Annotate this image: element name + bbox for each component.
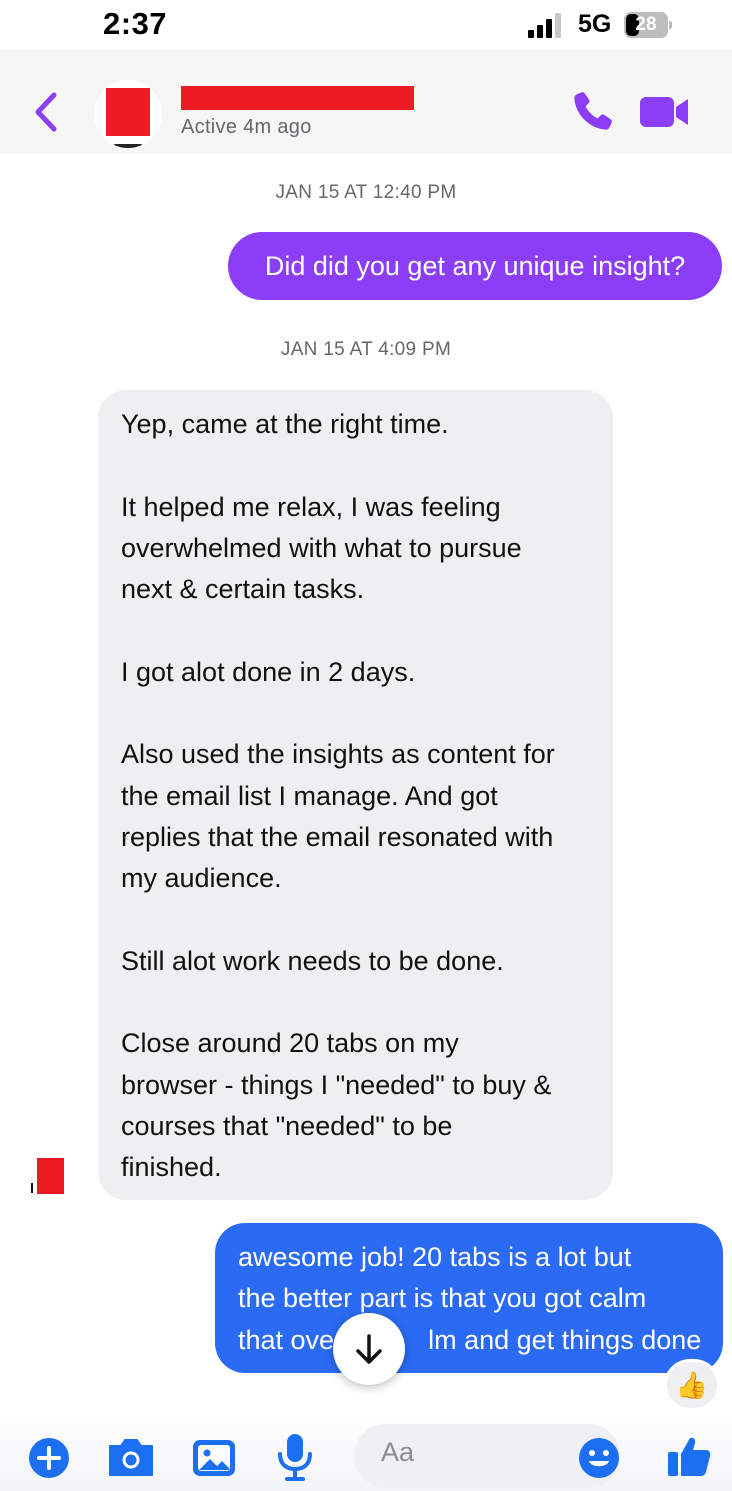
phone-icon[interactable]	[568, 88, 616, 136]
message-timestamp: JAN 15 AT 4:09 PM	[280, 339, 452, 360]
message-line: It helped me relax, I was feeling	[121, 491, 501, 522]
back-chevron-icon[interactable]	[30, 90, 64, 134]
message-line: replies that the email resonated with	[121, 821, 554, 852]
plus-icon[interactable]	[28, 1437, 70, 1479]
message-line: awesome job! 20 tabs is a lot but	[238, 1242, 632, 1272]
message-line: Yep, came at the right time.	[121, 409, 449, 439]
scroll-to-bottom-button[interactable]	[333, 1313, 405, 1385]
message-line: that ove lm and get things done	[238, 1324, 702, 1355]
network-type: 5G	[578, 10, 612, 38]
outgoing-message-bubble[interactable]: awesome job! 20 tabs is a lot but the be…	[215, 1223, 723, 1373]
avatar-redaction	[106, 88, 150, 136]
message-line: Also used the insights as content for	[121, 739, 555, 770]
outgoing-message-bubble[interactable]: Did did you get any unique insight?	[228, 232, 722, 300]
status-time: 2:37	[103, 6, 168, 41]
incoming-message-bubble[interactable]: Yep, came at the right time. It helped m…	[98, 390, 613, 1200]
message-line: the better part is that you got calm	[238, 1283, 647, 1314]
contact-name-redaction[interactable]	[181, 86, 414, 110]
thumbs-up-icon[interactable]	[664, 1432, 712, 1480]
camera-icon[interactable]	[106, 1436, 156, 1478]
gallery-icon[interactable]	[191, 1437, 237, 1479]
arrow-down-icon	[356, 1334, 382, 1364]
thumbs-up-reaction[interactable]: 👍	[667, 1362, 717, 1408]
contact-active-status: Active 4m ago	[181, 116, 312, 138]
signal-strength-icon	[528, 12, 566, 38]
message-line: browser - things I "needed" to buy &	[121, 1069, 552, 1100]
message-input-placeholder: Aa	[381, 1437, 415, 1467]
message-line: next & certain tasks.	[121, 574, 365, 605]
message-line: Close around 20 tabs on my	[121, 1028, 459, 1059]
message-line: the email list I manage. And got	[121, 780, 498, 811]
contact-avatar[interactable]	[94, 80, 162, 148]
battery-level: 28	[635, 14, 657, 35]
message-line: finished.	[121, 1152, 222, 1183]
message-line: overwhelmed with what to pursue	[121, 532, 522, 563]
message-line: my audience.	[121, 863, 282, 894]
message-line: Still alot work needs to be done.	[121, 945, 504, 976]
battery-icon: 28	[624, 12, 672, 38]
message-timestamp: JAN 15 AT 12:40 PM	[275, 182, 457, 203]
sender-avatar-redaction[interactable]	[37, 1158, 64, 1194]
message-line: courses that "needed" to be	[121, 1111, 453, 1142]
video-camera-icon[interactable]	[638, 94, 690, 130]
message-line: I got alot done in 2 days.	[121, 656, 416, 687]
microphone-icon[interactable]	[276, 1432, 314, 1482]
emoji-icon[interactable]	[577, 1436, 621, 1480]
